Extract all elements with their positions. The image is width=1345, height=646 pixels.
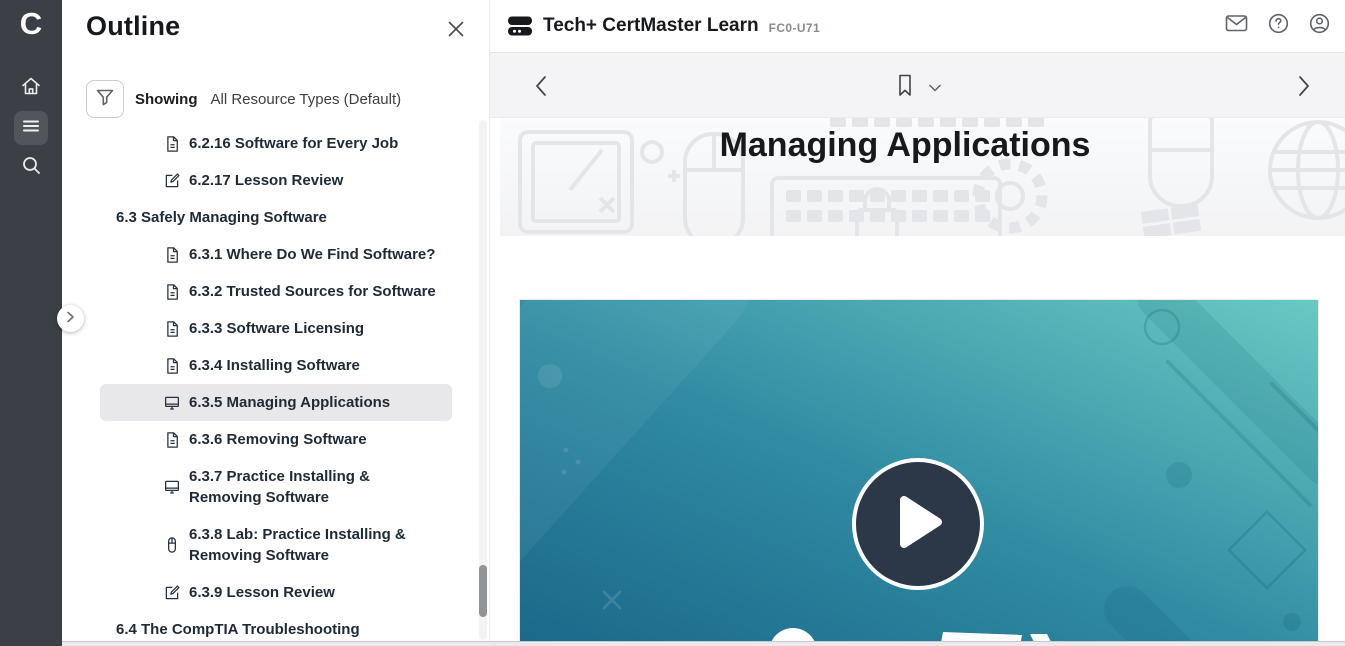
edit-icon bbox=[163, 584, 181, 602]
video-player[interactable] bbox=[520, 300, 1318, 646]
chevron-right-icon bbox=[1297, 84, 1311, 101]
outline-item[interactable]: 6.2.17 Lesson Review bbox=[100, 162, 452, 199]
mouse-icon bbox=[163, 536, 181, 554]
outline-list: 6.2.16 Software for Every Job 6.2.17 Les… bbox=[100, 125, 452, 646]
bookmark-menu-button[interactable] bbox=[929, 79, 941, 97]
panel-expand-button[interactable] bbox=[57, 305, 84, 332]
outline-item[interactable]: 6.3.3 Software Licensing bbox=[100, 310, 452, 347]
search-button[interactable] bbox=[14, 151, 48, 185]
app-header: Tech+ CertMaster Learn FC0-U71 bbox=[490, 0, 1345, 53]
outline-panel: Outline Showing All Resource Types (Defa… bbox=[62, 0, 490, 646]
outline-item[interactable]: 6.3.7 Practice Installing & Removing Sof… bbox=[100, 458, 452, 516]
outline-title: Outline bbox=[86, 11, 180, 42]
outline-section[interactable]: 6.3 Safely Managing Software bbox=[100, 199, 452, 236]
document-icon bbox=[163, 357, 181, 375]
bookmark-button[interactable] bbox=[895, 73, 915, 103]
home-button[interactable] bbox=[14, 71, 48, 105]
account-icon bbox=[1309, 13, 1330, 39]
outline-menu-button[interactable] bbox=[14, 111, 48, 145]
play-icon bbox=[892, 494, 944, 555]
home-icon bbox=[20, 75, 42, 102]
outline-item-selected[interactable]: 6.3.5 Managing Applications bbox=[100, 384, 452, 421]
outline-item[interactable]: 6.3.2 Trusted Sources for Software bbox=[100, 273, 452, 310]
bottom-scroll-strip bbox=[62, 641, 1345, 646]
filter-label: Showing bbox=[135, 91, 198, 108]
header-actions bbox=[1225, 13, 1330, 39]
chevron-down-icon bbox=[929, 79, 941, 97]
chevron-left-icon bbox=[534, 84, 548, 101]
bookmark-controls bbox=[895, 73, 941, 103]
previous-page-button[interactable] bbox=[534, 75, 548, 102]
comptia-logo: C bbox=[0, 6, 62, 42]
page-title: Managing Applications bbox=[490, 126, 1320, 165]
edit-icon bbox=[163, 172, 181, 190]
resource-filter: Showing All Resource Types (Default) bbox=[86, 80, 401, 118]
certmaster-stack-icon bbox=[507, 14, 533, 38]
monitor-icon bbox=[163, 478, 181, 496]
outline-scrollbar-track[interactable] bbox=[479, 120, 487, 640]
filter-value: All Resource Types (Default) bbox=[211, 91, 402, 108]
next-page-button[interactable] bbox=[1297, 75, 1311, 102]
messages-button[interactable] bbox=[1225, 14, 1248, 38]
outline-item[interactable]: 6.3.6 Removing Software bbox=[100, 421, 452, 458]
help-icon bbox=[1268, 13, 1289, 39]
bookmark-icon bbox=[895, 73, 915, 103]
left-rail: C bbox=[0, 0, 62, 646]
help-button[interactable] bbox=[1268, 13, 1289, 39]
document-icon bbox=[163, 320, 181, 338]
course-code: FC0-U71 bbox=[769, 21, 820, 35]
outline-item[interactable]: 6.3.1 Where Do We Find Software? bbox=[100, 236, 452, 273]
outline-scrollbar-thumb[interactable] bbox=[479, 565, 487, 617]
outline-item[interactable]: 6.3.4 Installing Software bbox=[100, 347, 452, 384]
app-window: C Outline bbox=[0, 0, 1345, 646]
outline-item[interactable]: 6.3.9 Lesson Review bbox=[100, 574, 452, 611]
main-area: Tech+ CertMaster Learn FC0-U71 bbox=[490, 0, 1345, 646]
monitor-icon bbox=[163, 394, 181, 412]
outline-item[interactable]: 6.3.8 Lab: Practice Installing & Removin… bbox=[100, 516, 452, 574]
search-icon bbox=[21, 155, 42, 181]
account-button[interactable] bbox=[1309, 13, 1330, 39]
product-title: Tech+ CertMaster Learn bbox=[543, 15, 759, 37]
document-icon bbox=[163, 246, 181, 264]
document-icon bbox=[163, 283, 181, 301]
mail-icon bbox=[1225, 14, 1248, 38]
filter-funnel-icon bbox=[95, 87, 115, 112]
document-icon bbox=[163, 135, 181, 153]
outline-item[interactable]: 6.2.16 Software for Every Job bbox=[100, 125, 452, 162]
play-button[interactable] bbox=[852, 458, 984, 590]
chevron-right-icon bbox=[66, 310, 75, 328]
filter-button[interactable] bbox=[86, 80, 124, 118]
close-outline-button[interactable] bbox=[447, 20, 465, 43]
hamburger-icon bbox=[21, 116, 41, 141]
document-icon bbox=[163, 431, 181, 449]
close-icon bbox=[447, 25, 465, 42]
lesson-nav-bar bbox=[490, 53, 1345, 118]
